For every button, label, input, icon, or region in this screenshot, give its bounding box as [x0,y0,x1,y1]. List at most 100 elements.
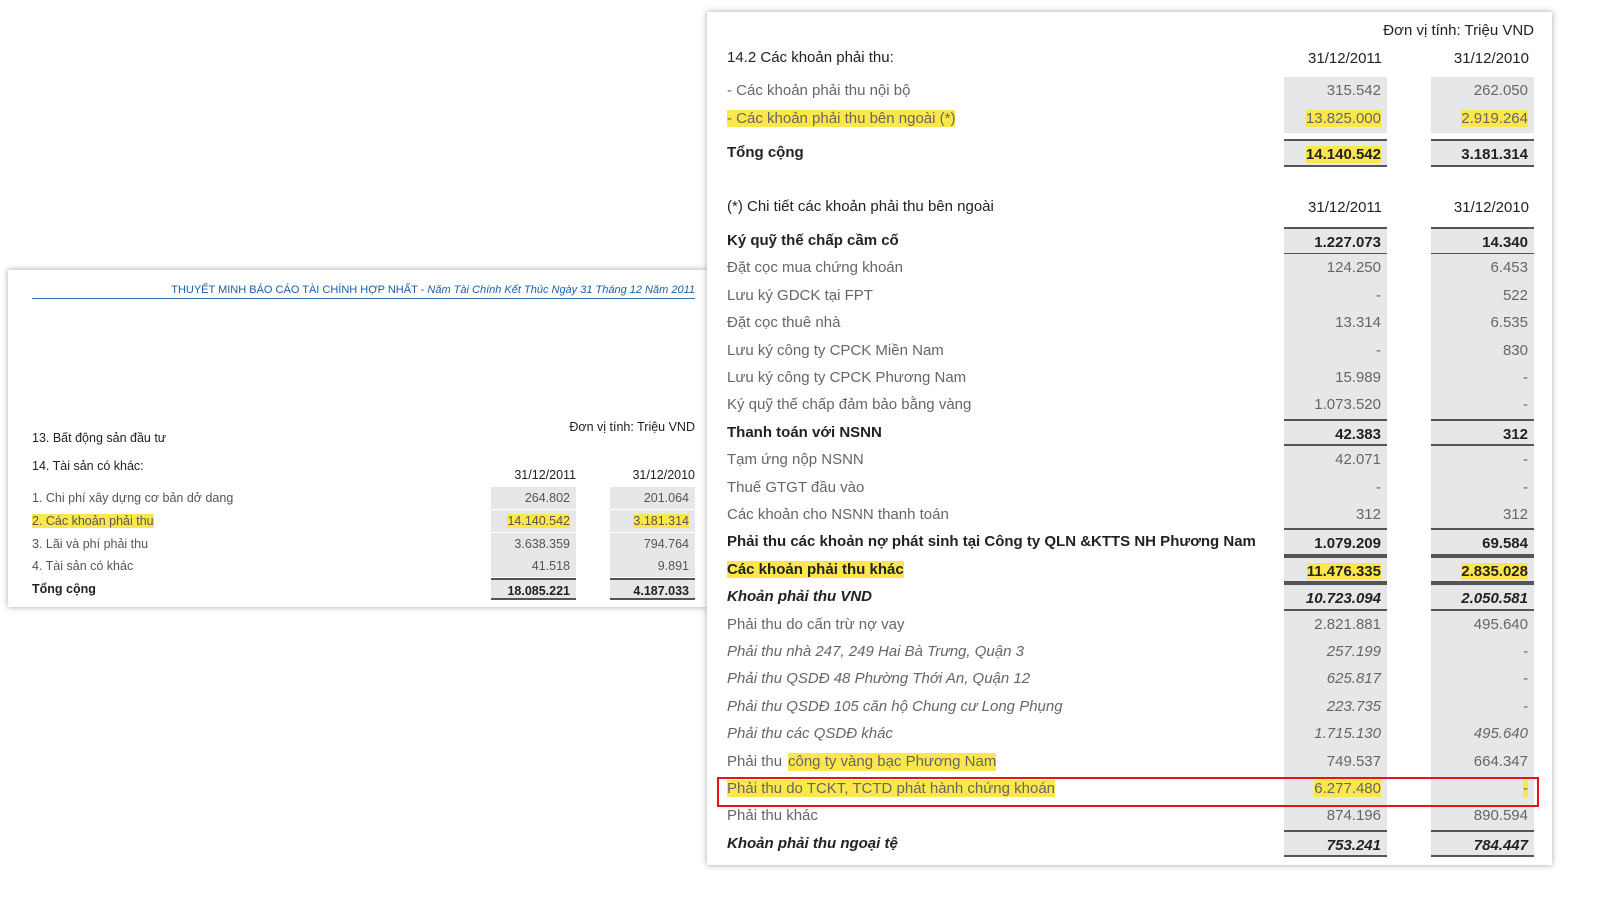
value-v1: - [1284,473,1387,502]
col-header-2010: 31/12/2010 [632,468,695,482]
header-title: THUYẾT MINH BÁO CÁO TÀI CHÍNH HỢP NHẤT - [171,284,428,296]
value-v2: 6.453 [1431,254,1534,282]
value-v2: 4.187.033 [610,578,695,600]
highlighted-text: 14.140.542 [1305,146,1381,163]
value-v1: - [1284,281,1387,310]
section-13-title: 13. Bất động sản đầu tư [32,431,167,445]
value-v1: 14.140.542 [491,510,576,532]
value-v1: 753.241 [1284,829,1387,858]
row-label: Tổng cộng [727,144,804,161]
value-v2: 2.835.028 [1431,555,1534,584]
row-label: - Các khoản phải thu bên ngoài (*) [727,107,956,131]
value-v1: 10.723.094 [1284,583,1387,611]
value-v2: 69.584 [1431,528,1534,556]
value-v1: - [1284,336,1387,365]
value-v1: 1.715.130 [1284,720,1387,748]
value-v1: 312 [1284,501,1387,529]
highlighted-text: 3.181.314 [633,514,689,528]
right-document-page: Đơn vị tính: Triệu VND 14.2 Các khoản ph… [707,12,1552,865]
value-v2: 14.340 [1431,227,1534,255]
row-label: Lưu ký công ty CPCK Miền Nam [727,341,944,359]
value-v1: 2.821.881 [1284,610,1387,639]
value-v2: 784.447 [1431,829,1534,858]
row-label: Phải thu QSDĐ 105 căn hộ Chung cư Long P… [727,697,1063,715]
detail-col-header-2011: 31/12/2011 [1308,199,1382,216]
value-v1: 749.537 [1284,747,1387,776]
page-header: THUYẾT MINH BÁO CÁO TÀI CHÍNH HỢP NHẤT -… [32,284,695,299]
highlighted-text: 11.476.335 [1306,562,1381,580]
value-v2: 201.064 [610,487,695,509]
row-label: Đặt cọc mua chứng khoán [727,259,903,277]
unit-label: Đơn vị tính: Triệu VND [1383,22,1534,39]
value-v2: 312 [1431,418,1534,447]
value-v2: 312 [1431,501,1534,529]
row-label: 4. Tài sản có khác [32,559,134,573]
row-label: Ký quỹ thế chấp cầm cố [727,232,899,249]
col-header-2011: 31/12/2011 [1308,50,1382,67]
value-v2: 830 [1431,336,1534,365]
value-v1: 625.817 [1284,665,1387,693]
value-v2: - [1431,638,1534,666]
value-v1: 41.518 [491,555,576,577]
row-label: Phải thu do cấn trừ nợ vay [727,615,905,633]
value-v2: 794.764 [610,533,695,555]
value-v1: 14.140.542 [1284,139,1387,167]
value-v1: 42.071 [1284,446,1387,474]
value-v2: 2.050.581 [1431,583,1534,611]
row-label: Thanh toán với NSNN [727,423,882,441]
row-label: Đặt cọc thuê nhà [727,314,841,332]
value-v1: 13.314 [1284,309,1387,337]
value-v1: 124.250 [1284,254,1387,282]
value-v1: 18.085.221 [491,578,576,600]
col-header-2011: 31/12/2011 [514,468,576,482]
row-label: 2. Các khoản phải thu [32,511,154,531]
row-label: Khoản phải thu VND [727,588,872,606]
row-label: Lưu ký GDCK tại FPT [727,286,873,304]
value-v2: - [1431,446,1534,474]
value-v2: 262.050 [1431,77,1534,105]
row-label: - Các khoản phải thu nội bộ [727,82,911,99]
value-v1: 15.989 [1284,364,1387,392]
value-v2: 3.181.314 [1431,139,1534,167]
row-label: Phải thu QSDĐ 48 Phường Thới An, Quận 12 [727,670,1031,688]
row-label: Các khoản phải thu khác [727,558,904,582]
value-v1: 223.735 [1284,692,1387,721]
value-v1: 3.638.359 [491,533,576,555]
value-v2: 495.640 [1431,720,1534,748]
value-v1: 1.073.520 [1284,391,1387,419]
row-label: Phải thu các khoản nợ phát sinh tại Công… [727,533,1256,551]
unit-label: Đơn vị tính: Triệu VND [569,420,695,434]
header-subtitle: Năm Tài Chính Kết Thúc Ngày 31 Tháng 12 … [427,284,695,296]
row-label: Tạm ứng nộp NSNN [727,451,864,469]
row-label: Lưu ký công ty CPCK Phương Nam [727,369,967,386]
value-v1: 1.227.073 [1284,227,1387,255]
highlighted-text: 2. Các khoản phải thu [32,514,154,528]
value-v1: 257.199 [1284,638,1387,666]
value-v1: 11.476.335 [1284,555,1387,584]
highlighted-text: 14.140.542 [507,514,570,528]
value-v1: 1.079.209 [1284,528,1387,556]
value-v2: 3.181.314 [610,510,695,532]
highlighted-text: 2.919.264 [1461,110,1528,127]
value-v1: 315.542 [1284,77,1387,105]
highlight-red-box [717,777,1539,807]
value-v2: 6.535 [1431,309,1534,337]
highlighted-text: 13.825.000 [1305,110,1381,127]
value-v2: 495.640 [1431,610,1534,639]
value-v2: - [1431,665,1534,693]
value-v2: 2.919.264 [1431,105,1534,133]
row-label: Phải thu [727,752,783,770]
value-v2: - [1431,692,1534,721]
highlighted-text: Các khoản phải thu khác [727,560,904,578]
value-v2: 9.891 [610,555,695,577]
row-label: Phải thu nhà 247, 249 Hai Bà Trưng, Quận… [727,643,1024,660]
highlighted-text: - Các khoản phải thu bên ngoài (*) [727,110,956,127]
section-14-title: 14. Tài sản có khác: [32,459,144,473]
row-label: Ký quỹ thế chấp đảm bảo bằng vàng [727,396,972,414]
value-v1: 42.383 [1284,418,1387,447]
value-v2: - [1431,473,1534,502]
value-v2: - [1431,364,1534,392]
row-label: Khoản phải thu ngoại tệ [727,834,898,852]
value-v2: 522 [1431,281,1534,310]
row-label: Tổng cộng [32,582,96,596]
